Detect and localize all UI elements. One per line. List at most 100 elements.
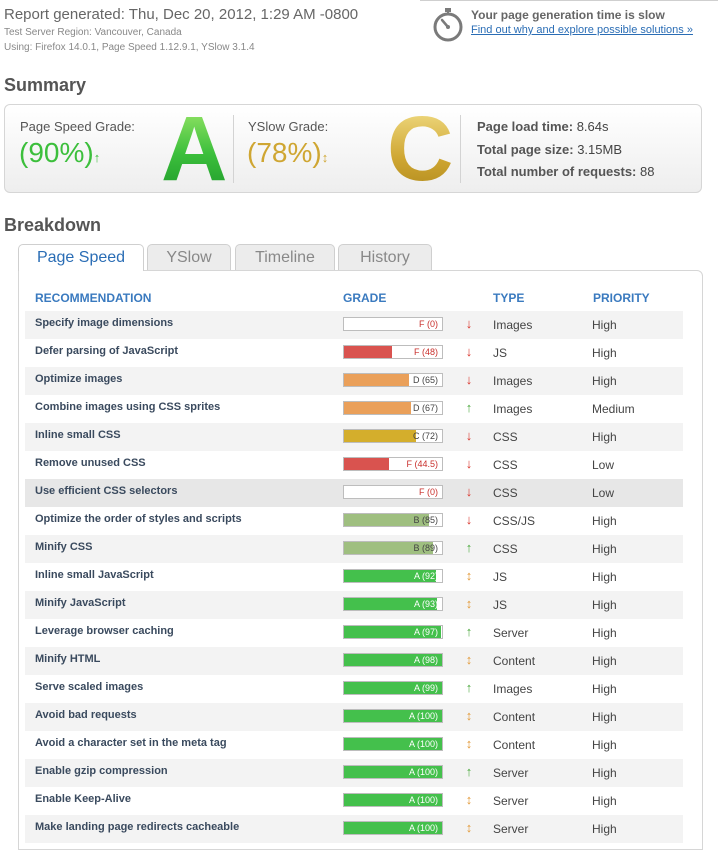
recommendation-priority: Low — [592, 458, 615, 472]
grade-bar: D (65) — [343, 373, 443, 387]
recommendation-name[interactable]: Enable gzip compression — [35, 765, 168, 777]
column-header-recommendation[interactable]: RECOMMENDATION — [35, 291, 151, 305]
grade-bar: B (85) — [343, 513, 443, 527]
grade-label: A (100) — [408, 739, 438, 749]
recommendation-priority: High — [592, 374, 617, 388]
arrow-down-icon: ↓ — [465, 428, 473, 443]
table-row[interactable]: Leverage browser caching A (97) ↑ Server Hig… — [25, 619, 683, 647]
recommendation-priority: High — [592, 710, 617, 724]
recommendation-name[interactable]: Avoid bad requests — [35, 709, 137, 721]
grade-label: D (67) — [412, 403, 438, 413]
recommendation-priority: High — [592, 654, 617, 668]
recommendation-name[interactable]: Remove unused CSS — [35, 457, 146, 469]
column-header-type[interactable]: TYPE — [493, 291, 524, 305]
table-row[interactable]: Optimize images D (65) ↓ Images High — [25, 367, 683, 395]
table-row[interactable]: Avoid bad requests A (100) ↕ Content High — [25, 703, 683, 731]
table-row[interactable]: Minify JavaScript A (93) ↕ JS High — [25, 591, 683, 619]
table-row[interactable]: Specify image dimensions F (0) ↓ Images High — [25, 311, 683, 339]
recommendation-name[interactable]: Defer parsing of JavaScript — [35, 345, 178, 357]
summary-heading: Summary — [4, 75, 87, 95]
recommendation-name[interactable]: Minify CSS — [35, 541, 92, 553]
grade-bar: A (93) — [343, 597, 443, 611]
recommendation-priority: High — [592, 626, 617, 640]
grade-bar: A (98) — [343, 653, 443, 667]
table-row[interactable]: Make landing page redirects cacheable A (… — [25, 815, 683, 843]
grade-bar: A (100) — [343, 737, 443, 751]
grade-bar-fill — [344, 430, 416, 442]
recommendation-type: CSS — [493, 542, 518, 556]
recommendation-type: Images — [493, 402, 533, 416]
table-row[interactable]: Remove unused CSS F (44.5) ↓ CSS Low — [25, 451, 683, 479]
table-row[interactable]: Use efficient CSS selectors F (0) ↓ CSS Low — [25, 479, 683, 507]
tab-yslow[interactable]: YSlow — [147, 244, 231, 270]
recommendation-name[interactable]: Inline small JavaScript — [35, 569, 154, 581]
recommendation-type: JS — [493, 570, 508, 584]
test-tools: Using: Firefox 14.0.1, Page Speed 1.12.9… — [4, 42, 255, 53]
grade-bar: C (72) — [343, 429, 443, 443]
grade-label: A (100) — [408, 767, 438, 777]
recommendation-name[interactable]: Use efficient CSS selectors — [35, 485, 177, 497]
table-row[interactable]: Defer parsing of JavaScript F (48) ↓ JS High — [25, 339, 683, 367]
stat-label: Page load time: — [477, 119, 574, 134]
grade-label: F (48) — [413, 347, 438, 357]
recommendation-type: CSS/JS — [493, 514, 536, 528]
tab-history[interactable]: History — [338, 244, 432, 270]
slow-solutions-link[interactable]: Find out why and explore possible soluti… — [471, 24, 693, 36]
grade-bar-fill — [344, 458, 389, 470]
recommendation-priority: High — [592, 822, 617, 836]
recommendation-name[interactable]: Serve scaled images — [35, 681, 143, 693]
table-row[interactable]: Enable Keep-Alive A (100) ↕ Server High — [25, 787, 683, 815]
recommendation-priority: High — [592, 738, 617, 752]
grade-label: F (0) — [419, 319, 438, 329]
table-row[interactable]: Optimize the order of styles and scripts… — [25, 507, 683, 535]
grade-label: F (0) — [419, 487, 438, 497]
grade-label: A (98) — [413, 655, 438, 665]
recommendation-name[interactable]: Minify JavaScript — [35, 597, 125, 609]
recommendation-type: Server — [493, 766, 529, 780]
table-row[interactable]: Inline small JavaScript A (92) ↕ JS High — [25, 563, 683, 591]
table-row[interactable]: Minify HTML A (98) ↕ Content High — [25, 647, 683, 675]
tab-timeline[interactable]: Timeline — [235, 244, 335, 270]
recommendation-name[interactable]: Optimize images — [35, 373, 122, 385]
table-row[interactable]: Enable gzip compression A (100) ↑ Server Hig… — [25, 759, 683, 787]
grade-bar: F (0) — [343, 485, 443, 499]
grade-bar: A (92) — [343, 569, 443, 583]
column-header-priority[interactable]: PRIORITY — [593, 291, 650, 305]
recommendation-name[interactable]: Avoid a character set in the meta tag — [35, 737, 227, 749]
recommendation-type: CSS — [493, 458, 518, 472]
grade-label: A (100) — [408, 711, 438, 721]
arrow-up-icon: ↑ — [465, 764, 473, 779]
grade-label: A (97) — [413, 627, 438, 637]
recommendation-name[interactable]: Inline small CSS — [35, 429, 121, 441]
recommendation-type: CSS — [493, 430, 518, 444]
tab-page-speed[interactable]: Page Speed — [18, 244, 144, 271]
page-load-time: Page load time: 8.64s — [477, 119, 609, 134]
recommendation-name[interactable]: Optimize the order of styles and scripts — [35, 513, 242, 525]
table-row[interactable]: Avoid a character set in the meta tag A (… — [25, 731, 683, 759]
neutral-trend-icon: ↕ — [465, 792, 473, 807]
recommendation-name[interactable]: Make landing page redirects cacheable — [35, 821, 239, 833]
pagespeed-trend-icon: ↑ — [93, 150, 101, 165]
recommendation-name[interactable]: Combine images using CSS sprites — [35, 401, 220, 413]
recommendation-type: CSS — [493, 486, 518, 500]
column-header-grade[interactable]: GRADE — [343, 291, 386, 305]
grade-bar: A (97) — [343, 625, 443, 639]
report-header: Report generated: Thu, Dec 20, 2012, 1:2… — [0, 0, 718, 70]
neutral-trend-icon: ↕ — [465, 708, 473, 723]
grade-bar: A (100) — [343, 709, 443, 723]
pagespeed-grade-value: (90%)↑ — [19, 137, 100, 169]
table-row[interactable]: Inline small CSS C (72) ↓ CSS High — [25, 423, 683, 451]
arrow-up-icon: ↑ — [465, 680, 473, 695]
table-row[interactable]: Serve scaled images A (99) ↑ Images High — [25, 675, 683, 703]
recommendation-type: Content — [493, 710, 536, 724]
recommendation-name[interactable]: Minify HTML — [35, 653, 100, 665]
report-title: Report generated: Thu, Dec 20, 2012, 1:2… — [4, 6, 359, 23]
table-row[interactable]: Combine images using CSS sprites D (67) ↑ I… — [25, 395, 683, 423]
recommendation-name[interactable]: Enable Keep-Alive — [35, 793, 131, 805]
arrow-up-icon: ↑ — [465, 540, 473, 555]
recommendation-name[interactable]: Specify image dimensions — [35, 317, 173, 329]
neutral-trend-icon: ↕ — [465, 820, 473, 835]
recommendation-name[interactable]: Leverage browser caching — [35, 625, 174, 637]
table-row[interactable]: Minify CSS B (89) ↑ CSS High — [25, 535, 683, 563]
recommendation-priority: Low — [592, 486, 615, 500]
